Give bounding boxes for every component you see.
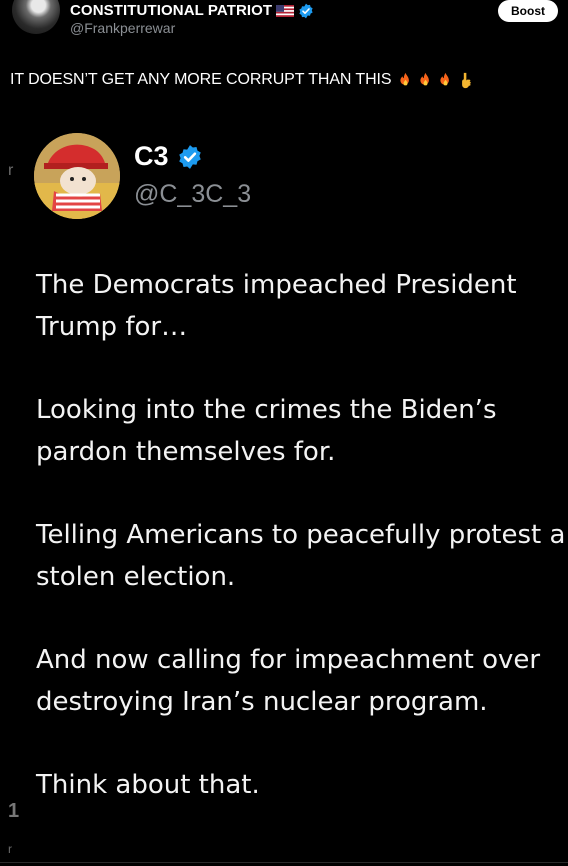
post-text: IT DOESN’T GET ANY MORE CORRUPT THAN THI… [10, 71, 392, 88]
author-name-row[interactable]: CONSTITUTIONAL PATRIOT [70, 2, 314, 19]
quote-paragraph: Looking into the crimes the Biden’s pard… [36, 395, 497, 467]
verified-badge-icon [299, 3, 313, 18]
author-avatar[interactable] [12, 0, 60, 34]
emoji-row [397, 72, 474, 89]
quote-author-row[interactable]: C3 [134, 141, 203, 172]
side-mark: r [8, 842, 12, 856]
quote-paragraph: Telling Americans to peacefully protest … [36, 520, 566, 592]
post-header: CONSTITUTIONAL PATRIOT @Frankperrewar Bo… [0, 0, 568, 60]
boost-button[interactable]: Boost [498, 0, 558, 22]
fire-icon [400, 72, 410, 85]
side-mark: 1 [8, 800, 20, 822]
author-name[interactable]: CONSTITUTIONAL PATRIOT [70, 2, 272, 19]
divider [0, 862, 568, 863]
quote-body: The Democrats impeached President Trump … [36, 264, 566, 847]
fire-icon [440, 72, 450, 85]
quote-paragraph: And now calling for impeachment over des… [36, 645, 541, 717]
avatar-image [34, 133, 120, 219]
quote-author-name[interactable]: C3 [134, 141, 169, 172]
us-flag-icon [276, 4, 295, 17]
verified-badge-icon [178, 144, 201, 169]
quote-author-handle[interactable]: @C_3C_3 [134, 180, 251, 209]
quote-author-avatar[interactable] [34, 133, 120, 219]
author-handle[interactable]: @Frankperrewar [70, 20, 175, 36]
quote-paragraph: Think about that. [36, 770, 260, 800]
quote-paragraph: The Democrats impeached President Trump … [36, 270, 517, 342]
fire-icon [420, 72, 430, 85]
side-mark: r [8, 162, 14, 179]
post-text-row: IT DOESN’T GET ANY MORE CORRUPT THAN THI… [10, 71, 474, 89]
pointing-down-icon [462, 72, 472, 88]
